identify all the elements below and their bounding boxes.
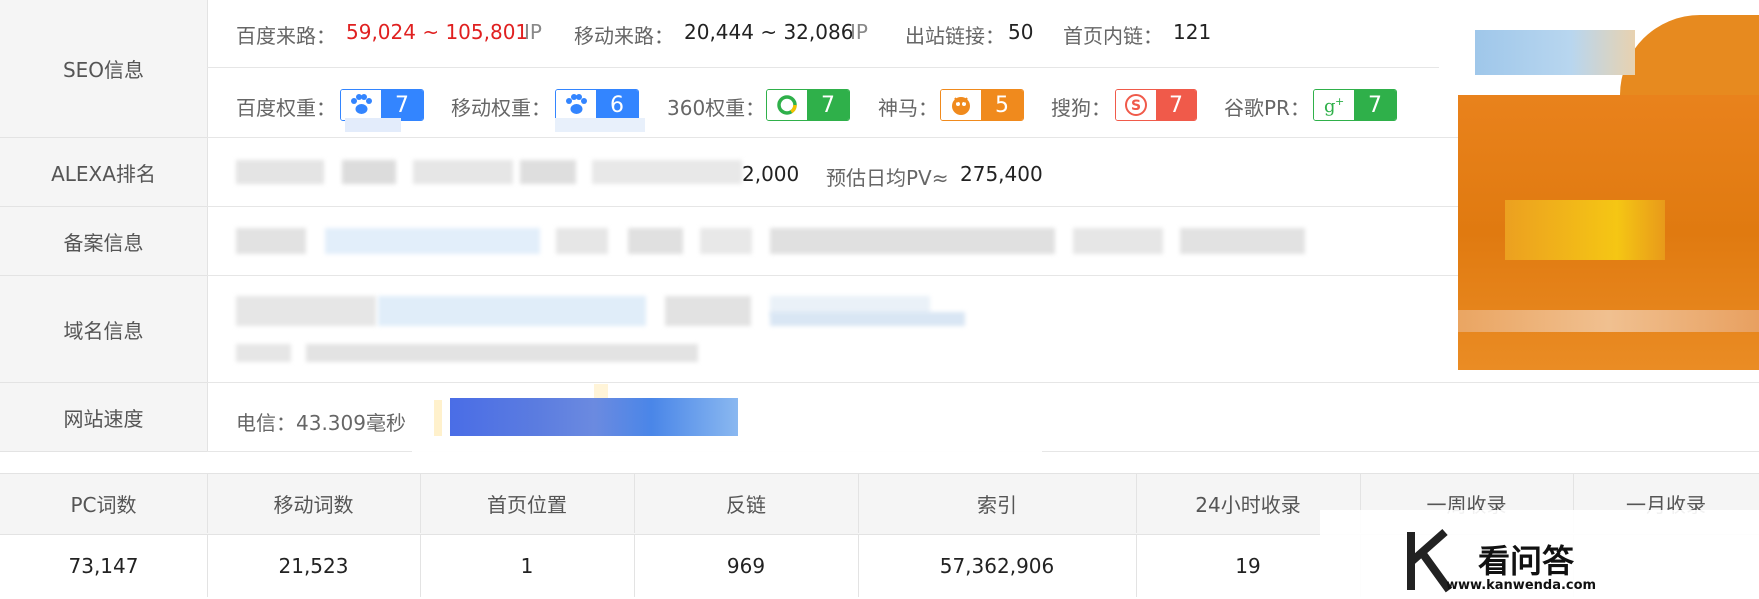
baidu-traffic-unit: IP (524, 20, 542, 44)
svg-text:g: g (1324, 96, 1336, 117)
home-inlinks-label: 首页内链： (1063, 24, 1163, 48)
shenma-value: 5 (981, 90, 1023, 120)
360-weight-badge[interactable]: 7 (766, 89, 850, 121)
stats-header-cell: 首页位置 (420, 473, 635, 533)
redacted-bar (450, 398, 738, 436)
pv-label: 预估日均PV≈ (826, 166, 949, 190)
sogou-label: 搜狗： (1051, 96, 1111, 120)
row-label-speed: 网站速度 (0, 383, 208, 452)
divider (207, 275, 1459, 276)
redacted-block (434, 400, 442, 436)
redacted-block (556, 228, 608, 254)
baidu-traffic-value: 59,024 ~ 105,801 (346, 20, 529, 44)
divider (207, 382, 1759, 383)
divider (207, 137, 1459, 138)
shenma-label: 神马： (878, 96, 938, 120)
svg-text:S: S (1131, 98, 1141, 114)
360-icon (767, 90, 807, 120)
redacted-block (700, 228, 752, 254)
alexa-label: ALEXA排名 (51, 161, 156, 186)
redacted-block (665, 296, 751, 326)
watermark-url: www.kanwenda.com (1446, 578, 1597, 593)
mobile-weight-badge[interactable]: 6 (555, 89, 639, 121)
baidu-weight-label: 百度权重： (236, 96, 336, 120)
shenma-badge[interactable]: 5 (940, 89, 1024, 121)
sogou-value: 7 (1156, 90, 1196, 120)
domain-label: 域名信息 (63, 318, 144, 343)
paw-icon (556, 90, 596, 120)
redacted-block (1180, 228, 1305, 254)
beian-label: 备案信息 (63, 230, 144, 255)
360-weight-label: 360权重： (667, 96, 766, 120)
stats-value-cell: 73,147 (0, 534, 208, 597)
row-label-domain: 域名信息 (0, 276, 208, 383)
row-label-alexa: ALEXA排名 (0, 138, 208, 207)
stats-header-cell: 反链 (634, 473, 859, 533)
redacted-block (592, 160, 742, 184)
stats-value-cell: 21,523 (207, 534, 421, 597)
redacted-block (770, 312, 965, 326)
row-label-beian: 备案信息 (0, 207, 208, 276)
mobile-weight-label: 移动权重： (451, 96, 551, 120)
home-inlinks-value: 121 (1173, 20, 1212, 44)
stats-value-cell: 57,362,906 (858, 534, 1137, 597)
redacted-block (413, 160, 513, 184)
stats-value-cell: 969 (634, 534, 859, 597)
redacted-block (236, 228, 306, 254)
baidu-weight-badge[interactable]: 7 (340, 89, 424, 121)
mobile-weight-value: 6 (596, 90, 638, 120)
telecom-speed: 电信：43.309毫秒 (236, 411, 406, 435)
redacted-block (770, 228, 1055, 254)
redacted-block (306, 344, 698, 362)
baidu-weight-value: 7 (381, 90, 423, 120)
stats-header-cell: 移动词数 (207, 473, 421, 533)
google-plus-icon: g + (1314, 90, 1354, 120)
baidu-traffic-label: 百度来路： (236, 24, 336, 48)
google-pr-label: 谷歌PR： (1224, 96, 1310, 120)
stats-header-cell: PC词数 (0, 473, 208, 533)
redacted-block (325, 228, 540, 254)
stats-value-cell: 1 (420, 534, 635, 597)
divider (207, 206, 1459, 207)
pv-value: 275,400 (960, 162, 1043, 186)
mobile-traffic-unit: IP (850, 20, 868, 44)
shenma-icon (941, 90, 981, 120)
seo-label: SEO信息 (62, 58, 145, 82)
redacted-block (520, 160, 576, 184)
speed-label: 网站速度 (63, 406, 144, 431)
redacted-block (236, 160, 324, 184)
row-label-seo: SEO信息 (0, 0, 208, 138)
alexa-rank-value: 2,000 (742, 162, 800, 186)
redacted-block (236, 296, 376, 326)
redacted-ad (1505, 200, 1665, 260)
redacted-ad (1458, 310, 1759, 332)
redacted-block (555, 118, 645, 132)
redacted-block (236, 344, 291, 362)
outlinks-label: 出站链接： (905, 24, 1005, 48)
paw-icon (341, 90, 381, 120)
stats-header-cell: 索引 (858, 473, 1137, 533)
mobile-traffic-value: 20,444 ~ 32,086 (684, 20, 854, 44)
outlinks-value: 50 (1008, 20, 1034, 44)
redacted-block (1073, 228, 1163, 254)
google-pr-value: 7 (1354, 90, 1396, 120)
redacted-ad (1475, 30, 1635, 75)
svg-text:+: + (1335, 95, 1344, 108)
sogou-icon: S (1116, 90, 1156, 120)
redacted-block (345, 118, 401, 132)
mobile-traffic-label: 移动来路： (574, 24, 674, 48)
redacted-block (378, 296, 646, 326)
google-pr-badge[interactable]: g + 7 (1313, 89, 1397, 121)
redacted-block (628, 228, 683, 254)
sogou-badge[interactable]: S 7 (1115, 89, 1197, 121)
redacted-block (342, 160, 396, 184)
watermark-brand: 看问答 (1478, 542, 1575, 580)
divider (207, 67, 1439, 68)
360-weight-value: 7 (807, 90, 849, 120)
